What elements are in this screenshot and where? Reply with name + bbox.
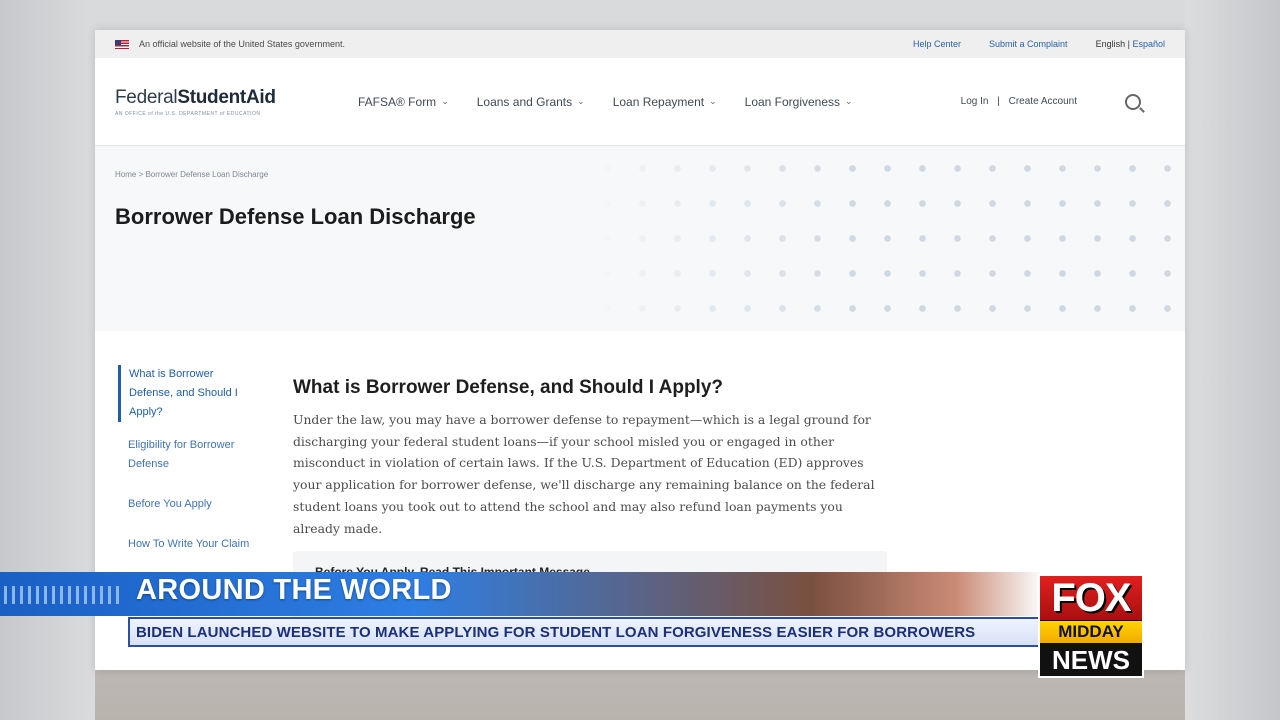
logo-news: NEWS bbox=[1040, 644, 1142, 676]
chevron-down-icon: ⌄ bbox=[441, 96, 449, 106]
gov-banner: An official website of the United States… bbox=[95, 30, 1185, 58]
nav-label: Loan Repayment bbox=[612, 94, 705, 109]
lower-third-ticker: BIDEN LAUNCHED WEBSITE TO MAKE APPLYING … bbox=[128, 617, 1040, 647]
nav-label: Loans and Grants bbox=[476, 94, 573, 109]
main-nav: FAFSA® Form ⌄ Loans and Grants ⌄ Loan Repa… bbox=[358, 95, 881, 109]
lower-third-stripes bbox=[4, 586, 124, 604]
fox-midday-news-logo: FOX MIDDAY NEWS bbox=[1038, 574, 1144, 678]
section-heading: What is Borrower Defense, and Should I A… bbox=[293, 377, 724, 398]
account-links: Log In | Create Account bbox=[961, 96, 1077, 107]
chevron-down-icon: ⌄ bbox=[577, 96, 585, 106]
nav-loan-repayment[interactable]: Loan Repayment ⌄ bbox=[613, 95, 717, 109]
search-icon[interactable] bbox=[1125, 93, 1141, 110]
lang-espanol[interactable]: Español bbox=[1132, 39, 1165, 49]
gov-banner-text: An official website of the United States… bbox=[139, 39, 345, 49]
us-flag-icon bbox=[115, 39, 129, 49]
breadcrumb[interactable]: Home > Borrower Defense Loan Discharge bbox=[115, 170, 268, 179]
lower-third-headline: AROUND THE WORLD bbox=[136, 574, 452, 606]
logo-light: Federal bbox=[115, 86, 178, 108]
nav-label: FAFSA® Form bbox=[358, 94, 437, 109]
section-paragraph: Under the law, you may have a borrower d… bbox=[293, 412, 875, 536]
site-header: FederalStudentAid AN OFFICE of the U.S. … bbox=[95, 58, 1185, 146]
nav-loans-and-grants[interactable]: Loans and Grants ⌄ bbox=[477, 95, 585, 109]
article: What is Borrower Defense, and Should I A… bbox=[293, 377, 893, 539]
lang-separator: | bbox=[1127, 39, 1130, 49]
nav-fafsa-form[interactable]: FAFSA® Form ⌄ bbox=[358, 95, 449, 109]
ticker-text: BIDEN LAUNCHED WEBSITE TO MAKE APPLYING … bbox=[136, 623, 976, 641]
lang-english[interactable]: English bbox=[1096, 39, 1126, 49]
help-center-link[interactable]: Help Center bbox=[913, 39, 961, 49]
sidenav-item-what-is-borrower-defense[interactable]: What is Borrower Defense, and Should I A… bbox=[118, 365, 258, 422]
submit-complaint-link[interactable]: Submit a Complaint bbox=[989, 39, 1068, 49]
side-nav: What is Borrower Defense, and Should I A… bbox=[118, 365, 258, 575]
page-title: Borrower Defense Loan Discharge bbox=[115, 204, 476, 229]
logo-fox: FOX bbox=[1040, 576, 1142, 620]
logo-midday: MIDDAY bbox=[1040, 621, 1142, 643]
sidenav-item-before-you-apply[interactable]: Before You Apply bbox=[118, 495, 258, 514]
dot-pattern bbox=[585, 146, 1185, 331]
fsa-logo[interactable]: FederalStudentAid AN OFFICE of the U.S. … bbox=[115, 87, 325, 117]
chevron-down-icon: ⌄ bbox=[845, 96, 853, 106]
logo-bold: StudentAid bbox=[177, 86, 276, 108]
nav-loan-forgiveness[interactable]: Loan Forgiveness ⌄ bbox=[745, 95, 853, 109]
sidenav-item-eligibility[interactable]: Eligibility for Borrower Defense bbox=[118, 436, 258, 474]
language-switch: English | Español bbox=[1096, 39, 1165, 49]
hero-banner: Home > Borrower Defense Loan Discharge B… bbox=[95, 146, 1185, 331]
logo-subtitle: AN OFFICE of the U.S. DEPARTMENT of EDUC… bbox=[115, 110, 261, 117]
create-account-link[interactable]: Create Account bbox=[1009, 96, 1077, 107]
account-separator: | bbox=[997, 96, 1000, 107]
sidenav-item-how-to-write-claim[interactable]: How To Write Your Claim bbox=[118, 535, 258, 554]
nav-label: Loan Forgiveness bbox=[744, 94, 841, 109]
chevron-down-icon: ⌄ bbox=[709, 96, 717, 106]
background-right bbox=[1185, 0, 1280, 720]
login-link[interactable]: Log In bbox=[961, 96, 989, 107]
